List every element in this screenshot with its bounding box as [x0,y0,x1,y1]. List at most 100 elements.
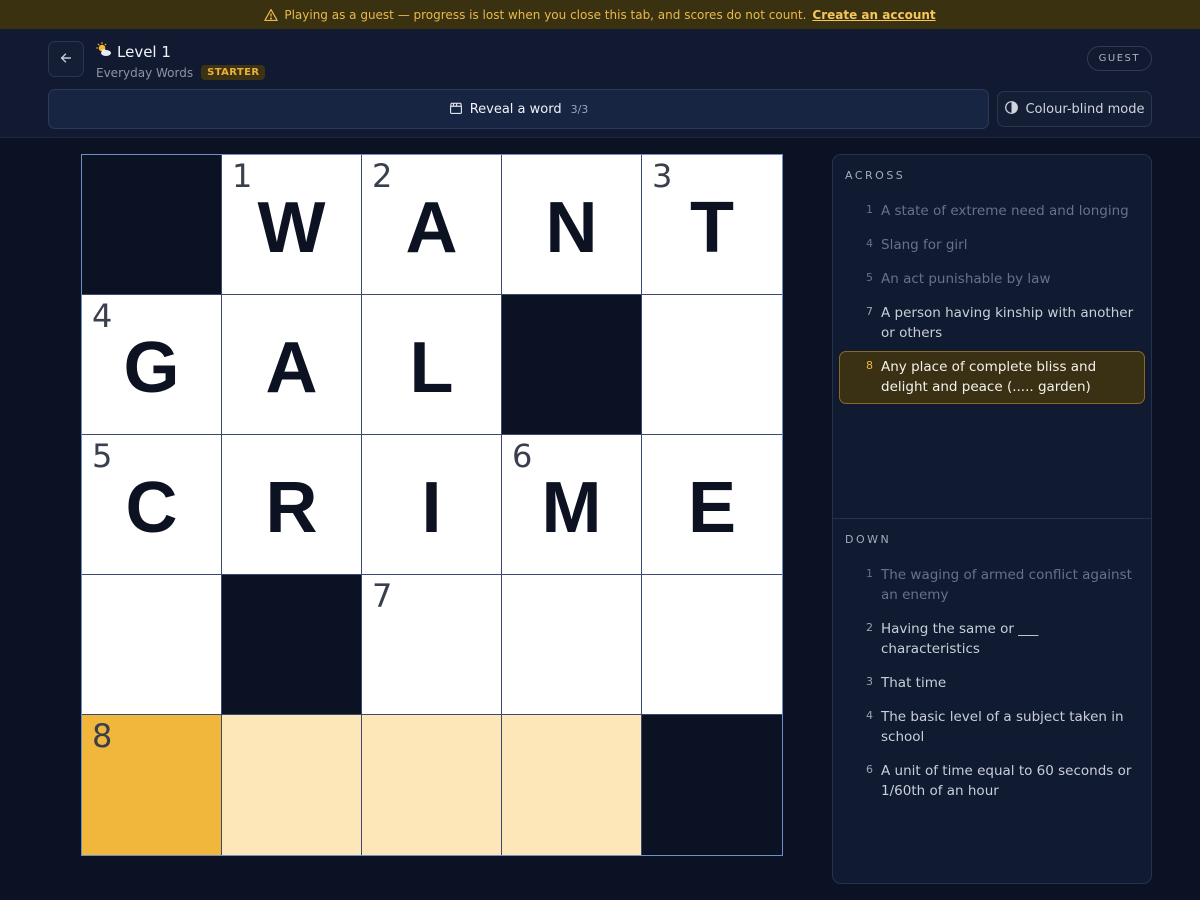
cell-letter [502,715,641,855]
clue-number: 1 [866,203,873,216]
across-clue-7[interactable]: 7 A person having kinship with another or… [839,297,1145,350]
grid-cell[interactable]: 6M [502,435,642,575]
grid-cell[interactable] [642,575,782,715]
across-section: ACROSS 1 A state of extreme need and long… [833,155,1151,519]
clue-text: An act punishable by law [881,271,1051,287]
clue-number: 8 [866,359,873,372]
grid-block-cell [642,715,782,855]
guest-banner: Playing as a guest — progress is lost wh… [0,0,1200,29]
cell-letter: C [125,467,178,548]
grid-cell[interactable]: 7 [362,575,502,715]
cell-letter [362,575,501,714]
grid-cell[interactable] [642,295,782,435]
across-clue-list: 1 A state of extreme need and longing 4 Sla… [839,195,1145,405]
grid-cell[interactable]: N [502,155,642,295]
header: Level 1 Everyday Words STARTER GUEST Rev… [0,29,1200,138]
clue-number: 2 [866,621,873,634]
level-info: Level 1 Everyday Words STARTER [96,42,266,80]
guest-banner-message: Playing as a guest — progress is lost wh… [284,7,807,22]
across-clue-8[interactable]: 8 Any place of complete bliss and delight… [839,351,1145,404]
down-clue-4[interactable]: 4 The basic level of a subject taken in s… [839,701,1145,754]
grid-cell[interactable]: A [222,295,362,435]
clue-text: That time [881,675,947,691]
grid-cell[interactable]: L [362,295,502,435]
across-clue-1[interactable]: 1 A state of extreme need and longing [839,195,1145,228]
cell-letter: A [265,327,318,408]
clues-panel: ACROSS 1 A state of extreme need and long… [832,154,1152,884]
cell-letter [502,575,641,714]
clue-number: 1 [866,567,873,580]
grid-cell[interactable] [502,575,642,715]
down-clue-list: 1 The waging of armed conflict against an… [839,559,1145,809]
clue-number: 7 [866,305,873,318]
clue-number: 3 [866,675,873,688]
reveal-word-label: Reveal a word [469,101,562,117]
contrast-icon [1004,100,1019,119]
down-clue-3[interactable]: 3 That time [839,667,1145,700]
grid-cell[interactable]: R [222,435,362,575]
grid-cell[interactable]: 1W [222,155,362,295]
across-clue-5[interactable]: 5 An act punishable by law [839,263,1145,296]
clapperboard-icon [449,100,463,119]
down-heading: DOWN [845,533,892,546]
grid-cell[interactable]: 4G [82,295,222,435]
clue-text: A person having kinship with another or … [881,305,1134,341]
cell-letter: E [687,467,737,548]
reveal-word-button[interactable]: Reveal a word 3/3 [48,89,989,129]
cell-letter [642,295,782,434]
grid-block-cell [82,155,222,295]
cell-letter: A [405,187,458,268]
grid-cell[interactable]: I [362,435,502,575]
clue-text: Having the same or ___ characteristics [881,621,1039,657]
cell-letter [82,575,221,714]
cell-letter [362,715,501,855]
grid-cell[interactable]: 2A [362,155,502,295]
grid-block-cell [222,575,362,715]
cell-letter: N [545,187,598,268]
clue-number: 4 [866,709,873,722]
page-title: Level 1 [117,43,171,61]
cell-letter: L [409,327,454,408]
cell-letter [222,715,361,855]
cell-letter: R [265,467,318,548]
grid-cell[interactable]: 3T [642,155,782,295]
colorblind-mode-button[interactable]: Colour-blind mode [997,91,1152,127]
warning-icon [264,8,279,22]
cell-letter: T [690,187,734,268]
reveal-word-count: 3/3 [570,102,589,116]
down-clue-6[interactable]: 6 A unit of time equal to 60 seconds or 1… [839,755,1145,808]
colorblind-mode-label: Colour-blind mode [1025,101,1145,117]
create-account-link[interactable]: Create an account [812,8,935,22]
cell-letter [82,715,221,855]
cell-letter: W [257,187,326,268]
arrow-left-icon [59,50,73,69]
crossword-grid: 1W2AN3T4GAL5CRI6ME78 [81,154,783,856]
down-clue-1[interactable]: 1 The waging of armed conflict against an… [839,559,1145,612]
clue-text: A state of extreme need and longing [881,203,1129,219]
clue-text: Slang for girl [881,237,968,253]
down-clue-2[interactable]: 2 Having the same or ___ characteristics [839,613,1145,666]
grid-cell[interactable]: 5C [82,435,222,575]
sun-cloud-icon [96,42,112,62]
grid-cell[interactable]: 8 [82,715,222,855]
clue-number: 6 [866,763,873,776]
grid-cell[interactable] [362,715,502,855]
across-clue-4[interactable]: 4 Slang for girl [839,229,1145,262]
guest-pill[interactable]: GUEST [1086,46,1152,71]
cell-letter: I [421,467,442,548]
down-section: DOWN 1 The waging of armed conflict again… [833,519,1151,883]
clue-text: A unit of time equal to 60 seconds or 1/… [881,763,1132,799]
back-button[interactable] [48,41,84,77]
clue-text: The waging of armed conflict against an … [881,567,1132,603]
across-heading: ACROSS [845,169,906,182]
clue-number: 5 [866,271,873,284]
grid-cell[interactable] [82,575,222,715]
grid-cell[interactable]: E [642,435,782,575]
level-subtitle: Everyday Words [96,65,194,80]
cell-letter [642,575,782,714]
grid-cell[interactable] [222,715,362,855]
grid-block-cell [502,295,642,435]
clue-text: The basic level of a subject taken in sc… [881,709,1124,745]
grid-cell[interactable] [502,715,642,855]
clue-number: 4 [866,237,873,250]
